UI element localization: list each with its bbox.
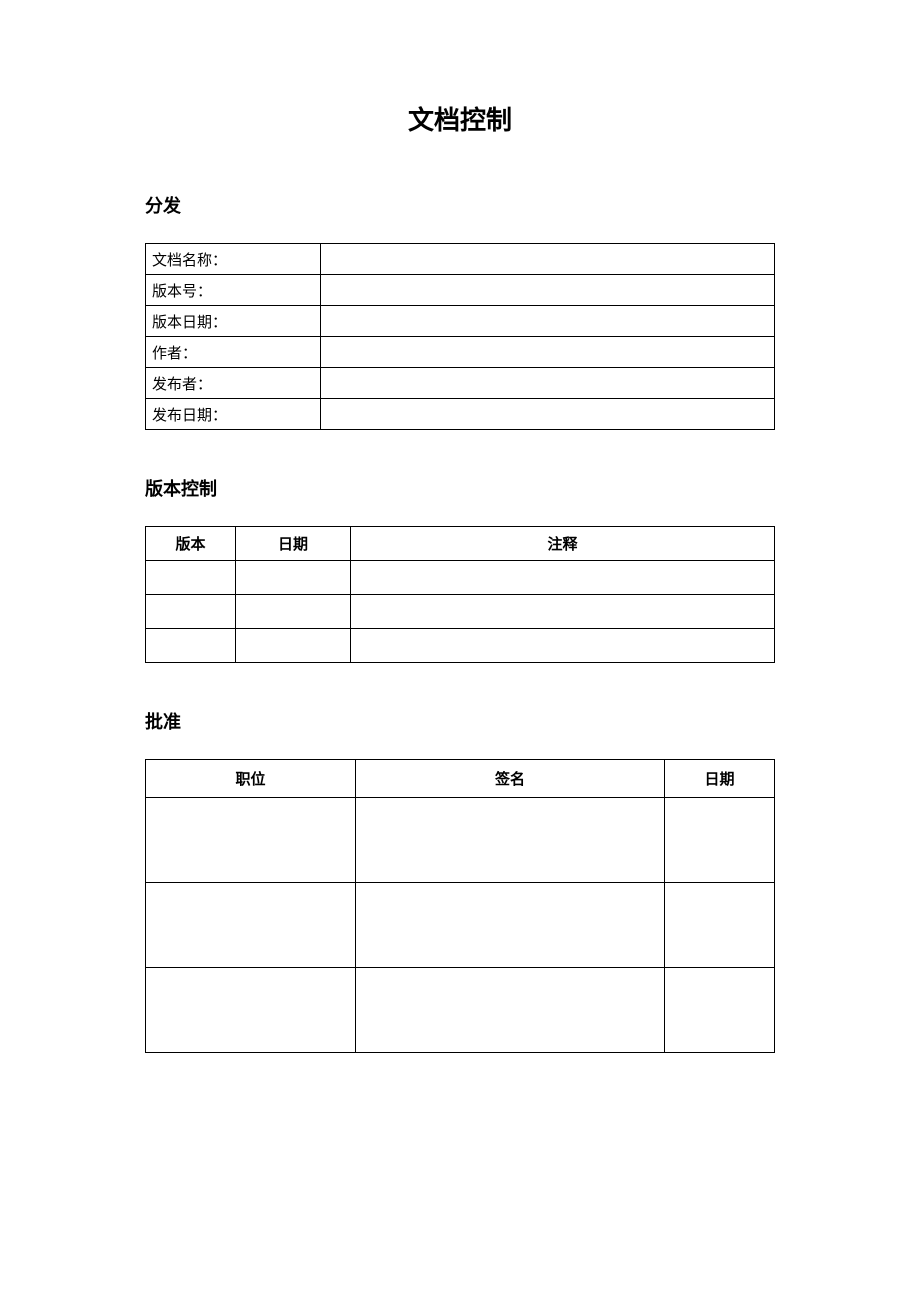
table-row: 版本号： xyxy=(146,275,775,306)
ap-cell-position xyxy=(146,798,356,883)
table-row: 发布者： xyxy=(146,368,775,399)
vc-cell-date xyxy=(236,561,351,595)
approval-section: 批准 职位 签名 日期 xyxy=(145,708,775,1053)
ap-cell-date xyxy=(665,798,775,883)
version-control-table: 版本 日期 注释 xyxy=(145,526,775,663)
table-row: 发布日期： xyxy=(146,399,775,430)
dist-value xyxy=(321,244,775,275)
ap-cell-date xyxy=(665,883,775,968)
dist-value xyxy=(321,368,775,399)
ap-cell-position xyxy=(146,968,356,1053)
ap-cell-signature xyxy=(356,798,665,883)
vc-cell-date xyxy=(236,595,351,629)
ap-cell-date xyxy=(665,968,775,1053)
distribution-table: 文档名称： 版本号： 版本日期： 作者： 发布者： 发布日期： xyxy=(145,243,775,430)
dist-label: 版本日期： xyxy=(146,306,321,337)
dist-label: 发布者： xyxy=(146,368,321,399)
ap-cell-signature xyxy=(356,883,665,968)
table-row: 版本日期： xyxy=(146,306,775,337)
table-row xyxy=(146,968,775,1053)
table-row xyxy=(146,629,775,663)
table-row xyxy=(146,561,775,595)
approval-heading: 批准 xyxy=(145,708,775,734)
ap-cell-position xyxy=(146,883,356,968)
dist-value xyxy=(321,337,775,368)
table-header-row: 版本 日期 注释 xyxy=(146,527,775,561)
page-title: 文档控制 xyxy=(145,100,775,137)
vc-cell-comment xyxy=(351,561,775,595)
vc-cell-comment xyxy=(351,629,775,663)
table-row: 文档名称： xyxy=(146,244,775,275)
version-control-section: 版本控制 版本 日期 注释 xyxy=(145,475,775,663)
table-row xyxy=(146,798,775,883)
ap-header-signature: 签名 xyxy=(356,760,665,798)
distribution-section: 分发 文档名称： 版本号： 版本日期： 作者： 发布者： 发布日期： xyxy=(145,192,775,430)
vc-header-version: 版本 xyxy=(146,527,236,561)
vc-cell-date xyxy=(236,629,351,663)
ap-header-date: 日期 xyxy=(665,760,775,798)
vc-cell-version xyxy=(146,629,236,663)
dist-label: 发布日期： xyxy=(146,399,321,430)
ap-cell-signature xyxy=(356,968,665,1053)
vc-header-date: 日期 xyxy=(236,527,351,561)
ap-header-position: 职位 xyxy=(146,760,356,798)
vc-cell-version xyxy=(146,595,236,629)
approval-table: 职位 签名 日期 xyxy=(145,759,775,1053)
vc-header-comment: 注释 xyxy=(351,527,775,561)
dist-value xyxy=(321,275,775,306)
table-header-row: 职位 签名 日期 xyxy=(146,760,775,798)
table-row xyxy=(146,595,775,629)
vc-cell-comment xyxy=(351,595,775,629)
version-control-heading: 版本控制 xyxy=(145,475,775,501)
table-row: 作者： xyxy=(146,337,775,368)
vc-cell-version xyxy=(146,561,236,595)
dist-label: 文档名称： xyxy=(146,244,321,275)
distribution-heading: 分发 xyxy=(145,192,775,218)
dist-value xyxy=(321,399,775,430)
dist-label: 版本号： xyxy=(146,275,321,306)
table-row xyxy=(146,883,775,968)
dist-value xyxy=(321,306,775,337)
dist-label: 作者： xyxy=(146,337,321,368)
